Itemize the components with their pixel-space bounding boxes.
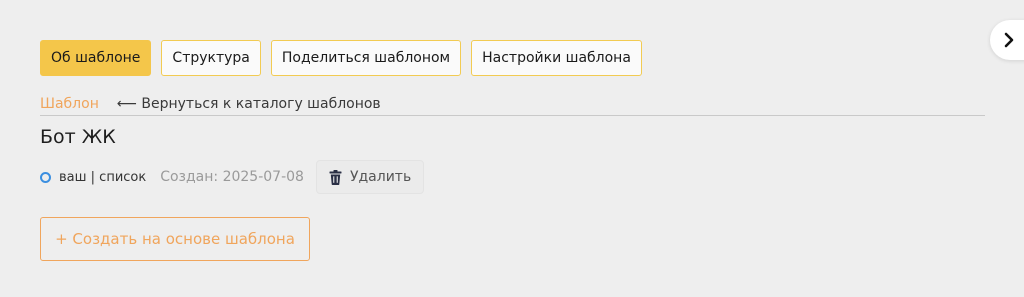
back-to-catalog-link[interactable]: ⟵ Вернуться к каталогу шаблонов — [117, 96, 381, 112]
next-panel-button[interactable] — [990, 20, 1024, 60]
delete-label: Удалить — [349, 169, 412, 185]
breadcrumb-current: Шаблон — [40, 95, 99, 112]
tab-about[interactable]: Об шаблоне — [40, 40, 152, 76]
page-title: Бот ЖК — [40, 126, 116, 148]
template-tabs: Об шаблоне Структура Поделиться шаблоном… — [40, 40, 642, 76]
delete-button[interactable]: Удалить — [315, 160, 425, 194]
create-from-template-button[interactable]: + Создать на основе шаблона — [40, 217, 310, 261]
breadcrumb: Шаблон ⟵ Вернуться к каталогу шаблонов — [40, 92, 985, 116]
tab-share[interactable]: Поделиться шаблоном — [270, 40, 462, 76]
tab-structure[interactable]: Структура — [161, 40, 261, 76]
created-date: Создан: 2025-07-08 — [160, 169, 304, 185]
chevron-right-icon — [1004, 32, 1014, 48]
trash-icon — [329, 169, 342, 185]
status-label: ваш | список — [59, 169, 147, 185]
tab-settings[interactable]: Настройки шаблона — [471, 40, 642, 76]
template-meta: ваш | список Создан: 2025-07-08 Удалить — [40, 160, 425, 194]
circle-outline-icon — [40, 171, 51, 183]
